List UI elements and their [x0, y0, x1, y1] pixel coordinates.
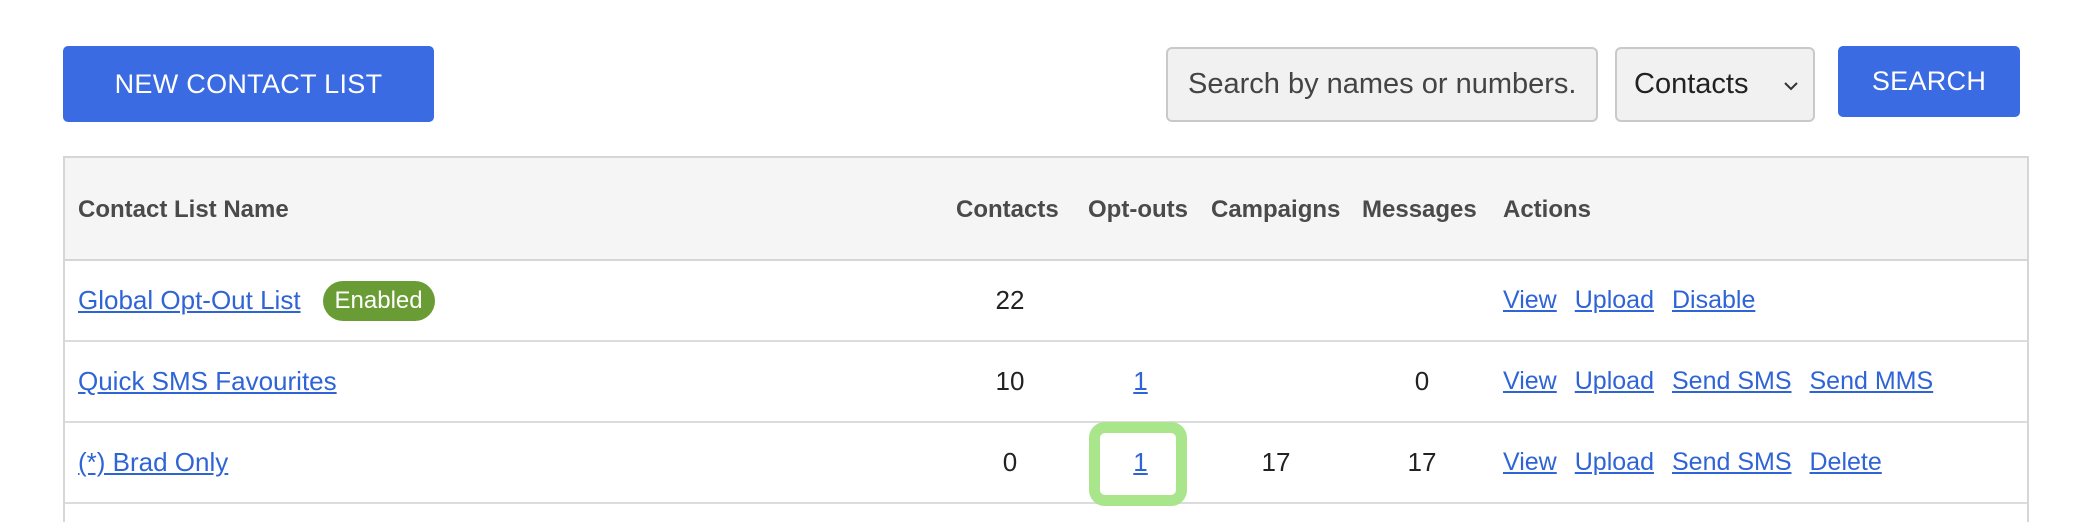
table-row: Global Opt-Out List Enabled 22 View Uplo…: [65, 261, 2027, 342]
row-actions: View Upload Disable: [1503, 261, 1773, 340]
optouts-link[interactable]: 1: [1133, 366, 1147, 397]
optouts-link[interactable]: 1: [1133, 447, 1147, 478]
header-messages: Messages: [1362, 195, 1477, 223]
new-contact-list-button[interactable]: NEW CONTACT LIST: [63, 46, 434, 122]
header-actions: Actions: [1503, 195, 1592, 223]
contacts-count: 0: [1002, 447, 1018, 477]
messages-count: 0: [1414, 366, 1430, 396]
table-row: (*) Brad Only 0 1 17 17 View Upload Send…: [65, 423, 2027, 504]
filter-select-value: Contacts: [1634, 68, 1749, 100]
filter-select[interactable]: Contacts: [1615, 47, 1815, 122]
header-name: Contact List Name: [78, 195, 289, 223]
contact-list-link[interactable]: Global Opt-Out List: [78, 285, 301, 316]
optouts-cell: 1: [1088, 342, 1193, 421]
name-cell: Global Opt-Out List Enabled: [78, 261, 435, 340]
optouts-cell: 1: [1088, 423, 1193, 502]
campaigns-count: 17: [1261, 447, 1291, 477]
contacts-count: 10: [995, 366, 1025, 396]
search-button[interactable]: SEARCH: [1838, 46, 2020, 117]
contact-lists-table: Contact List Name Contacts Opt-outs Camp…: [63, 156, 2029, 522]
upload-link[interactable]: Upload: [1575, 367, 1654, 396]
view-link[interactable]: View: [1503, 367, 1557, 396]
upload-link[interactable]: Upload: [1575, 448, 1654, 477]
upload-link[interactable]: Upload: [1575, 286, 1654, 315]
header-contacts: Contacts: [956, 195, 1059, 223]
send-sms-link[interactable]: Send SMS: [1672, 367, 1792, 396]
row-actions: View Upload Send SMS Delete: [1503, 423, 1900, 502]
disable-link[interactable]: Disable: [1672, 286, 1755, 315]
contacts-count: 22: [995, 285, 1025, 315]
view-link[interactable]: View: [1503, 448, 1557, 477]
name-cell: Quick SMS Favourites: [78, 342, 337, 421]
send-mms-link[interactable]: Send MMS: [1810, 367, 1934, 396]
header-optouts: Opt-outs: [1088, 195, 1188, 223]
table-header: Contact List Name Contacts Opt-outs Camp…: [65, 158, 2027, 261]
contact-list-link[interactable]: Quick SMS Favourites: [78, 366, 337, 397]
contact-list-link[interactable]: (*) Brad Only: [78, 447, 228, 478]
name-cell: (*) Brad Only: [78, 423, 228, 502]
send-sms-link[interactable]: Send SMS: [1672, 448, 1792, 477]
chevron-down-icon: [1784, 82, 1798, 91]
table-row: Quick SMS Favourites 10 1 0 View Upload …: [65, 342, 2027, 423]
view-link[interactable]: View: [1503, 286, 1557, 315]
search-input[interactable]: [1166, 47, 1598, 122]
row-actions: View Upload Send SMS Send MMS: [1503, 342, 1951, 421]
status-badge: Enabled: [322, 280, 435, 321]
delete-link[interactable]: Delete: [1810, 448, 1882, 477]
messages-count: 17: [1407, 447, 1437, 477]
header-campaigns: Campaigns: [1211, 195, 1341, 223]
